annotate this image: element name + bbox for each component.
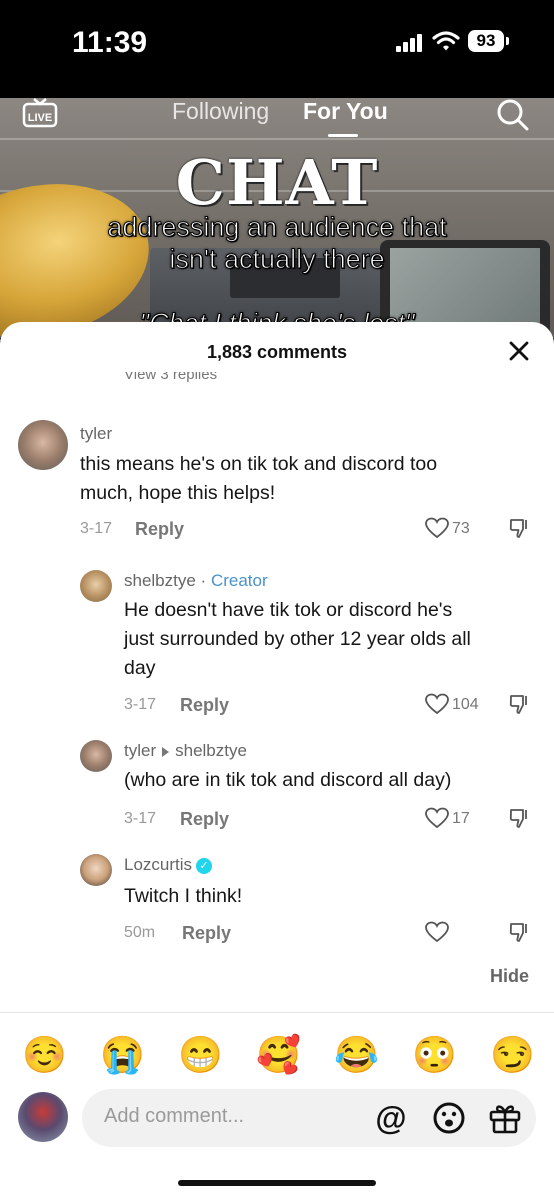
dislike-icon[interactable] <box>508 517 530 539</box>
comments-sheet: 1,883 comments View 3 replies tyler this… <box>0 322 554 1200</box>
ceiling-line <box>0 138 554 140</box>
emoji-laughing[interactable]: 😂 <box>334 1030 379 1080</box>
comment-date: 3-17 <box>124 810 157 827</box>
search-icon[interactable] <box>496 98 530 132</box>
emoji-smiling[interactable]: ☺️ <box>22 1030 67 1080</box>
heart-icon[interactable] <box>425 807 449 829</box>
comment-text: (who are in tik tok and discord all day) <box>124 766 451 795</box>
tab-underline <box>328 134 358 137</box>
reply-button[interactable]: Reply <box>180 695 229 716</box>
reply-arrow-icon <box>162 746 170 757</box>
comment-date: 3-17 <box>124 696 157 713</box>
comment-date: 3-17 <box>80 520 113 537</box>
heart-icon[interactable] <box>425 921 449 943</box>
emoji-grinning[interactable]: 😁 <box>178 1030 223 1080</box>
comment-username[interactable]: Lozcurtis ✓ <box>124 855 213 875</box>
comment-text: this means he's on tik tok and discord t… <box>80 450 437 508</box>
battery-icon: 93 <box>468 30 504 52</box>
reply-button[interactable]: Reply <box>182 923 231 944</box>
comment-username[interactable]: shelbztye · Creator <box>124 571 268 591</box>
comment-text: Twitch I think! <box>124 882 242 911</box>
heart-icon[interactable] <box>425 517 449 539</box>
emoji-picker-icon[interactable] <box>432 1101 466 1135</box>
heart-icon[interactable] <box>425 693 449 715</box>
status-bar: 11:39 93 <box>0 0 554 98</box>
tab-following[interactable]: Following <box>172 98 269 125</box>
video-caption-line: isn't actually there <box>169 244 385 275</box>
comment-username[interactable]: tyler shelbztye <box>124 741 247 761</box>
gift-icon[interactable] <box>488 1101 522 1135</box>
comment-text-line: this means he's on tik tok and discord t… <box>80 453 438 475</box>
comment-text-line: (who are in tik tok and discord all day) <box>124 769 452 791</box>
comment-text-line: day <box>124 657 156 679</box>
hide-replies-button[interactable]: Hide <box>490 966 529 987</box>
reply-button[interactable]: Reply <box>180 809 229 830</box>
dislike-icon[interactable] <box>508 693 530 715</box>
dislike-icon[interactable] <box>508 921 530 943</box>
comment-text-line: just surrounded by other 12 year olds al… <box>124 628 471 650</box>
reply-button[interactable]: Reply <box>135 519 184 540</box>
divider <box>0 1012 554 1013</box>
wifi-icon <box>432 31 460 51</box>
emoji-bar: ☺️ 😭 😁 🥰 😂 😳 😏 <box>0 1030 554 1080</box>
avatar[interactable] <box>80 740 112 772</box>
dislike-icon[interactable] <box>508 807 530 829</box>
comment-date: 50m <box>124 924 156 941</box>
avatar[interactable] <box>80 570 112 602</box>
signal-icon <box>396 34 424 52</box>
username-label: shelbztye <box>124 571 196 590</box>
video-caption-line: addressing an audience that <box>107 212 447 243</box>
reply-to-username: shelbztye <box>175 741 247 760</box>
like-count: 73 <box>452 520 470 537</box>
close-icon[interactable] <box>508 340 530 362</box>
view-replies-label: View 3 replies <box>124 372 218 383</box>
comment-composer[interactable]: @ <box>82 1089 536 1147</box>
avatar[interactable] <box>18 420 68 470</box>
view-replies-link[interactable]: View 3 replies <box>124 372 246 384</box>
creator-badge: Creator <box>210 571 268 590</box>
video-title: CHAT <box>175 146 379 219</box>
comment-text-line: Twitch I think! <box>124 885 243 907</box>
tab-for-you[interactable]: For You <box>303 98 388 125</box>
comment-input[interactable] <box>102 1104 366 1129</box>
comment-text-line: He doesn't have tik tok or discord he's <box>124 599 453 621</box>
username-label: tyler <box>124 741 157 760</box>
verified-badge-icon: ✓ <box>196 857 213 874</box>
video-player[interactable]: LIVE Following For You CHAT addressing a… <box>0 98 554 338</box>
mention-icon[interactable]: @ <box>374 1101 408 1135</box>
status-time: 11:39 <box>72 26 148 59</box>
username-label: Lozcurtis <box>124 855 193 874</box>
emoji-crying[interactable]: 😭 <box>100 1030 145 1080</box>
comments-count: 1,883 comments <box>206 342 348 362</box>
user-avatar[interactable] <box>18 1092 68 1142</box>
home-indicator <box>178 1180 376 1186</box>
emoji-smirking[interactable]: 😏 <box>490 1030 535 1080</box>
emoji-flushed[interactable]: 😳 <box>412 1030 457 1080</box>
battery-tip <box>506 37 509 45</box>
comment-text-line: much, hope this helps! <box>80 482 276 504</box>
live-icon[interactable]: LIVE <box>22 98 58 128</box>
like-count: 104 <box>452 696 479 713</box>
emoji-hearts[interactable]: 🥰 <box>256 1030 301 1080</box>
comment-text: He doesn't have tik tok or discord he's … <box>124 596 471 683</box>
comment-username[interactable]: tyler <box>80 424 112 444</box>
avatar[interactable] <box>80 854 112 886</box>
svg-text:LIVE: LIVE <box>28 112 52 124</box>
like-count: 17 <box>452 810 470 827</box>
